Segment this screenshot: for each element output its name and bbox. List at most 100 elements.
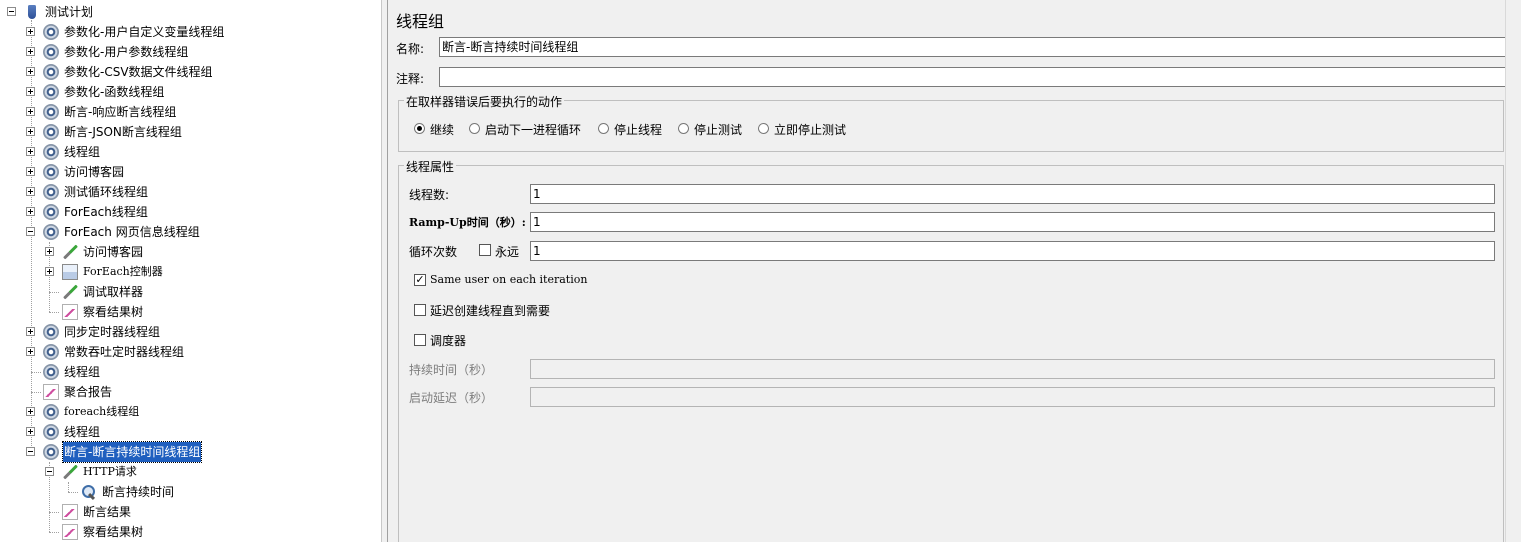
tree-node[interactable]: 线程组: [0, 422, 380, 442]
collapse-icon[interactable]: [7, 7, 16, 16]
tree-root-label[interactable]: 测试计划: [44, 2, 94, 22]
tree-node-label[interactable]: 察看结果树: [82, 302, 144, 322]
expand-icon[interactable]: [26, 347, 35, 356]
radio-stop-test[interactable]: [678, 123, 689, 134]
tree-node-label[interactable]: 断言-响应断言线程组: [63, 102, 177, 122]
tree-node-label[interactable]: 参数化-用户参数线程组: [63, 42, 189, 62]
tree-node[interactable]: ForEach控制器: [0, 262, 380, 282]
tree-node[interactable]: 断言结果: [0, 502, 380, 522]
tree-root[interactable]: 测试计划: [0, 2, 120, 22]
forever-label[interactable]: 永远: [495, 243, 519, 260]
tree-node[interactable]: 参数化-用户自定义变量线程组: [0, 22, 380, 42]
tree-node[interactable]: ForEach 网页信息线程组: [0, 222, 380, 242]
radio-stop-thread[interactable]: [598, 123, 609, 134]
tree-node[interactable]: 参数化-CSV数据文件线程组: [0, 62, 380, 82]
tree-node-label[interactable]: 线程组: [63, 362, 101, 382]
radio-start-next-loop[interactable]: [469, 123, 480, 134]
tree-node[interactable]: 参数化-函数线程组: [0, 82, 380, 102]
same-user-label[interactable]: Same user on each iteration: [430, 273, 587, 286]
expand-icon[interactable]: [45, 267, 54, 276]
tree-node-label[interactable]: 察看结果树: [82, 522, 144, 542]
expand-icon[interactable]: [26, 327, 35, 336]
threads-field[interactable]: 1: [530, 184, 1495, 204]
expand-icon[interactable]: [26, 407, 35, 416]
tree-node-label[interactable]: 同步定时器线程组: [63, 322, 161, 342]
tree-node[interactable]: 调试取样器: [0, 282, 380, 302]
radio-stop-test-label[interactable]: 停止测试: [694, 121, 742, 138]
split-pane-divider[interactable]: [381, 0, 388, 542]
tree-node-label[interactable]: ForEach 网页信息线程组: [63, 222, 201, 242]
rampup-field[interactable]: 1: [530, 212, 1495, 232]
tree-node[interactable]: ForEach线程组: [0, 202, 380, 222]
tree-node-label[interactable]: 断言持续时间: [101, 482, 175, 502]
expand-icon[interactable]: [26, 67, 35, 76]
tree-node[interactable]: 聚合报告: [0, 382, 380, 402]
collapse-icon[interactable]: [26, 447, 35, 456]
forever-checkbox[interactable]: [479, 244, 491, 256]
tree-node[interactable]: 参数化-用户参数线程组: [0, 42, 380, 62]
expand-icon[interactable]: [26, 27, 35, 36]
tree-node-label[interactable]: 测试循环线程组: [63, 182, 149, 202]
tree-node-label[interactable]: 聚合报告: [63, 382, 113, 402]
tree-node-label[interactable]: 断言结果: [82, 502, 132, 522]
tree-node-label[interactable]: 断言-JSON断言线程组: [63, 122, 183, 142]
tree-node-label[interactable]: foreach线程组: [63, 402, 140, 422]
tree-node[interactable]: foreach线程组: [0, 402, 380, 422]
vertical-scrollbar[interactable]: [1505, 0, 1521, 542]
radio-stop-test-now-label[interactable]: 立即停止测试: [774, 121, 846, 138]
test-plan-tree[interactable]: 测试计划 参数化-用户自定义变量线程组 参数化-用户参数线程组 参数化-CSV数…: [0, 0, 381, 542]
tree-node-label[interactable]: 线程组: [63, 142, 101, 162]
tree-node-label[interactable]: 常数吞吐定时器线程组: [63, 342, 185, 362]
tree-node-label[interactable]: 参数化-用户自定义变量线程组: [63, 22, 225, 42]
tree-node-label[interactable]: ForEach控制器: [82, 262, 164, 282]
tree-node[interactable]: 同步定时器线程组: [0, 322, 380, 342]
expand-icon[interactable]: [26, 187, 35, 196]
radio-start-next-loop-label[interactable]: 启动下一进程循环: [485, 121, 581, 138]
expand-icon[interactable]: [26, 47, 35, 56]
tree-node[interactable]: 断言-响应断言线程组: [0, 102, 380, 122]
tree-node-label[interactable]: ForEach线程组: [63, 202, 149, 222]
tree-node-selected[interactable]: 断言-断言持续时间线程组: [0, 441, 380, 463]
expand-icon[interactable]: [45, 247, 54, 256]
delay-thread-creation-label[interactable]: 延迟创建线程直到需要: [430, 302, 550, 319]
tree-node[interactable]: 测试循环线程组: [0, 182, 380, 202]
tree-node-label[interactable]: HTTP请求: [82, 462, 138, 482]
tree-node[interactable]: 断言持续时间: [0, 482, 380, 502]
collapse-icon[interactable]: [45, 467, 54, 476]
tree-node[interactable]: 线程组: [0, 142, 380, 162]
radio-continue-label[interactable]: 继续: [430, 121, 454, 138]
tree-node-label[interactable]: 访问博客园: [63, 162, 125, 182]
expand-icon[interactable]: [26, 167, 35, 176]
delay-thread-creation-checkbox[interactable]: [414, 304, 426, 316]
expand-icon[interactable]: [26, 87, 35, 96]
loop-count-field[interactable]: 1: [530, 241, 1495, 261]
same-user-checkbox[interactable]: ✓: [414, 274, 426, 286]
tree-node-label[interactable]: 访问博客园: [82, 242, 144, 262]
expand-icon[interactable]: [26, 427, 35, 436]
tree-node-label[interactable]: 参数化-函数线程组: [63, 82, 165, 102]
tree-node[interactable]: 常数吞吐定时器线程组: [0, 342, 380, 362]
tree-node-label[interactable]: 断言-断言持续时间线程组: [61, 441, 203, 463]
tree-node-label[interactable]: 参数化-CSV数据文件线程组: [63, 62, 214, 82]
radio-stop-thread-label[interactable]: 停止线程: [614, 121, 662, 138]
tree-node-label[interactable]: 线程组: [63, 422, 101, 442]
name-field[interactable]: 断言-断言持续时间线程组: [439, 37, 1507, 57]
tree-node[interactable]: 访问博客园: [0, 242, 380, 262]
expand-icon[interactable]: [26, 147, 35, 156]
comment-field[interactable]: [439, 67, 1507, 87]
tree-node[interactable]: 断言-JSON断言线程组: [0, 122, 380, 142]
expand-icon[interactable]: [26, 207, 35, 216]
tree-node[interactable]: 访问博客园: [0, 162, 380, 182]
collapse-icon[interactable]: [26, 227, 35, 236]
scheduler-label[interactable]: 调度器: [430, 332, 466, 349]
tree-node[interactable]: 线程组: [0, 362, 380, 382]
expand-icon[interactable]: [26, 127, 35, 136]
radio-stop-test-now[interactable]: [758, 123, 769, 134]
tree-node[interactable]: 察看结果树: [0, 522, 380, 542]
radio-continue[interactable]: [414, 123, 425, 134]
scheduler-checkbox[interactable]: [414, 334, 426, 346]
expand-icon[interactable]: [26, 107, 35, 116]
tree-node-label[interactable]: 调试取样器: [82, 282, 144, 302]
tree-node[interactable]: 察看结果树: [0, 302, 380, 322]
tree-node[interactable]: HTTP请求: [0, 462, 380, 482]
